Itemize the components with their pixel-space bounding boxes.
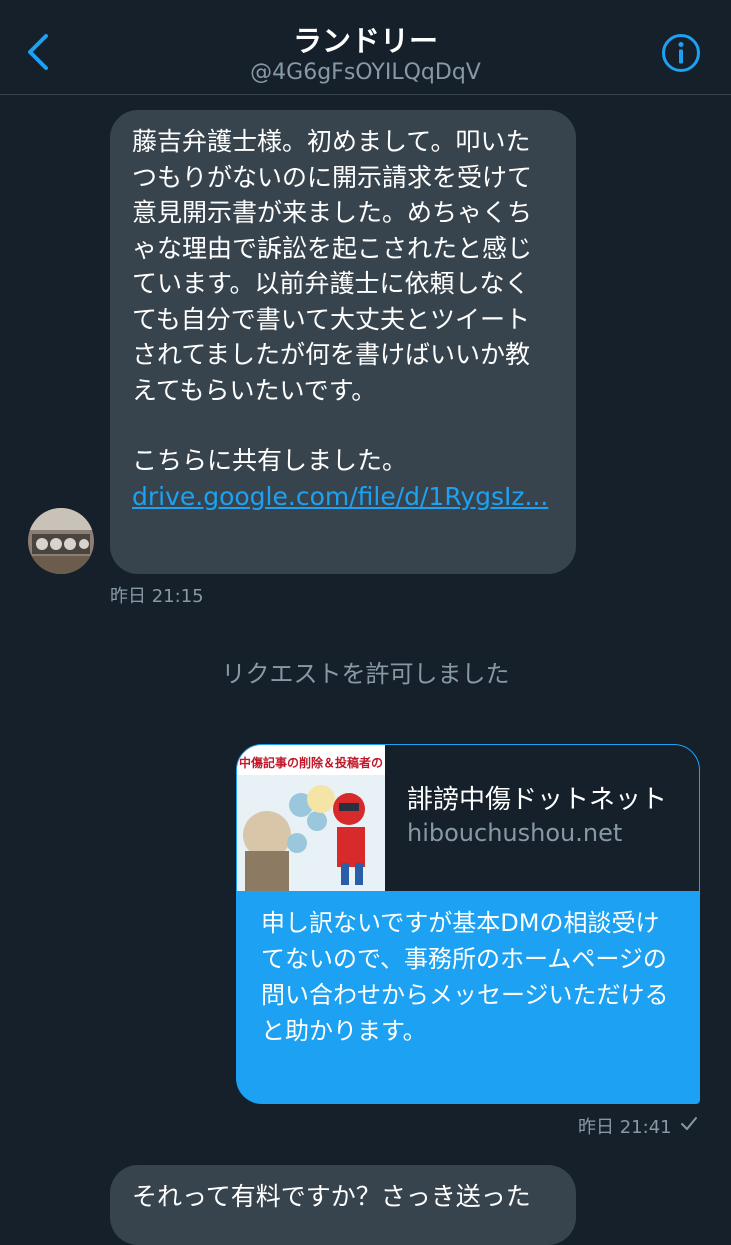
link-preview-title: 誹謗中傷ドットネット: [407, 785, 668, 815]
conversation-header: ランドリー @4G6gFsOYILQqDqV: [0, 0, 731, 95]
link-preview-thumbnail: 中傷記事の削除＆投稿者の: [237, 745, 385, 891]
message-timestamp: 昨日 21:15: [110, 586, 204, 607]
conversation-title[interactable]: ランドリー: [0, 18, 731, 60]
info-icon[interactable]: [661, 33, 701, 73]
check-icon: [681, 1117, 697, 1130]
request-accepted-notice: リクエストを許可しました: [221, 660, 510, 688]
conversation-handle: @4G6gFsOYILQqDqV: [250, 60, 481, 85]
thumbnail-caption: 中傷記事の削除＆投稿者の: [239, 755, 383, 770]
message-text: こちらに共有しました。: [132, 446, 408, 475]
link-preview-domain: hibouchushou.net: [407, 819, 623, 847]
avatar[interactable]: [28, 508, 94, 574]
outgoing-message-card[interactable]: 中傷記事の削除＆投稿者の 誹謗中傷ドットネット hibouchushou.net…: [236, 744, 700, 1104]
incoming-message-bubble[interactable]: それって有料ですか？さっき送った: [110, 1165, 576, 1245]
incoming-message-bubble[interactable]: 藤吉弁護士様。初めまして。叩いたつもりがないのに開示請求を受けて意見開示書が来ま…: [110, 110, 576, 574]
message-text: それって有料ですか？さっき送った: [132, 1182, 531, 1211]
link-preview[interactable]: 中傷記事の削除＆投稿者の 誹謗中傷ドットネット hibouchushou.net: [237, 745, 699, 891]
message-timestamp: 昨日 21:41: [578, 1117, 672, 1138]
message-link[interactable]: drive.google.com/file/d/1RygsIz...: [132, 482, 548, 511]
message-text: 藤吉弁護士様。初めまして。叩いたつもりがないのに開示請求を受けて意見開示書が来ま…: [132, 127, 533, 405]
message-text: 申し訳ないですが基本DMの相談受けてないので、事務所のホームページの問い合わせか…: [261, 909, 669, 1045]
